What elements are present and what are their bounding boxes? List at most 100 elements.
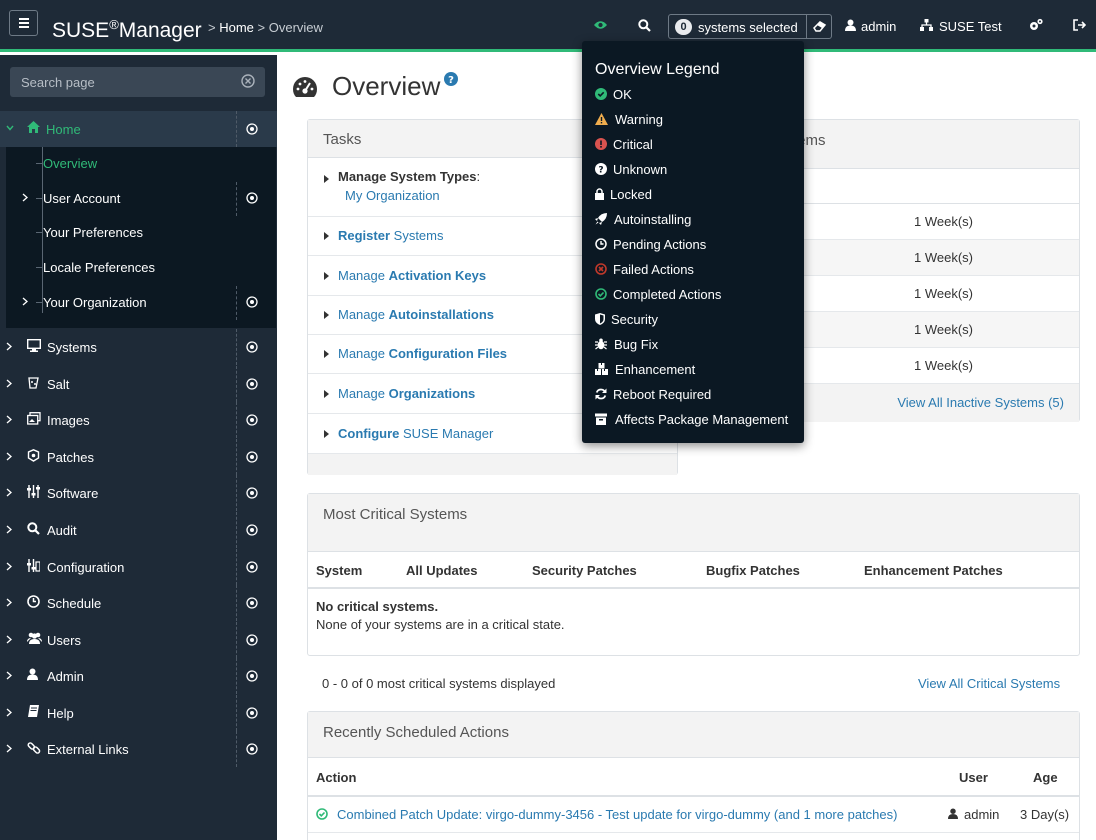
eye-icon[interactable] (594, 20, 607, 30)
configure-suse-manager-link[interactable]: Configure SUSE Manager (338, 426, 493, 441)
view-all-inactive-systems-link[interactable]: View All Inactive Systems (5) (897, 395, 1064, 410)
sign-out-icon[interactable] (1073, 19, 1086, 31)
chevron-right-icon[interactable] (6, 562, 12, 571)
sidebar-item-label: Salt (47, 377, 70, 392)
systems-selected-control[interactable]: 0 systems selected (668, 14, 832, 39)
sidebar-item-audit[interactable]: Audit (0, 512, 277, 548)
sidebar-item-locale-preferences[interactable]: Locale Preferences (6, 251, 276, 285)
organization-link[interactable]: SUSE Test (939, 19, 1002, 34)
menu-toggle-button[interactable] (9, 10, 38, 36)
favorite-circle-icon[interactable] (246, 670, 258, 682)
eraser-icon (813, 21, 827, 32)
column-header[interactable]: Bugfix Patches (706, 563, 800, 578)
column-header[interactable]: Action (316, 770, 356, 785)
search-page-input[interactable] (10, 67, 236, 97)
chevron-right-icon[interactable] (6, 744, 12, 753)
chevron-right-icon[interactable] (6, 525, 12, 534)
legend-title: Overview Legend (595, 61, 720, 78)
my-organization-link[interactable]: My Organization (345, 188, 440, 203)
sidebar-item-configuration[interactable]: Configuration (0, 549, 277, 585)
register-systems-link[interactable]: Register Systems (338, 228, 444, 243)
configuration-files-link[interactable]: Manage Configuration Files (338, 346, 507, 361)
favorite-circle-icon[interactable] (246, 123, 258, 135)
favorite-circle-icon[interactable] (246, 296, 258, 308)
chevron-right-icon[interactable] (6, 415, 12, 424)
chevron-right-icon[interactable] (6, 379, 12, 388)
autoinstallations-link[interactable]: Manage Autoinstallations (338, 307, 494, 322)
top-header: SUSE®Manager > Home > Overview 0 systems… (0, 0, 1096, 52)
sidebar-item-label: Locale Preferences (43, 260, 156, 275)
sidebar-item-label: External Links (47, 742, 129, 757)
sidebar-item-systems[interactable]: Systems (0, 329, 277, 365)
chevron-right-icon[interactable] (22, 297, 28, 306)
chevron-right-icon[interactable] (6, 671, 12, 680)
lock-icon (595, 188, 604, 200)
legend-item-warning: Warning (582, 107, 804, 132)
sidebar-item-software[interactable]: Software (0, 475, 277, 511)
patches-icon (27, 449, 40, 462)
sidebar-item-your-organization[interactable]: Your Organization (6, 286, 276, 320)
brand-logo[interactable]: SUSE®Manager (52, 12, 202, 44)
chevron-down-icon[interactable] (6, 124, 14, 132)
sidebar-item-home[interactable]: Home (0, 111, 277, 147)
activation-keys-link[interactable]: Manage Activation Keys (338, 268, 486, 283)
favorite-circle-icon[interactable] (246, 743, 258, 755)
scheduled-action-link[interactable]: Combined Patch Update: virgo-dummy-3456 … (337, 807, 897, 822)
sidebar-item-overview[interactable]: Overview (6, 147, 276, 181)
column-header[interactable]: Age (1033, 770, 1058, 785)
clear-search-icon[interactable] (241, 74, 255, 88)
sidebar-item-your-preferences[interactable]: Your Preferences (6, 216, 276, 250)
question-circle-icon: ? (595, 163, 607, 175)
column-header[interactable]: Enhancement Patches (864, 563, 1003, 578)
favorite-circle-icon[interactable] (246, 707, 258, 719)
column-header[interactable]: System (316, 563, 362, 578)
favorite-circle-icon[interactable] (246, 634, 258, 646)
sidebar-item-help[interactable]: Help (0, 695, 277, 731)
sidebar-item-user-account[interactable]: User Account (6, 182, 276, 216)
column-header[interactable]: Security Patches (532, 563, 637, 578)
breadcrumb-home-link[interactable]: Home (219, 20, 254, 35)
sidebar-item-schedule[interactable]: Schedule (0, 585, 277, 621)
column-header[interactable]: User (959, 770, 988, 785)
legend-item-pending-actions: Pending Actions (582, 232, 804, 257)
clear-selection-button[interactable] (806, 15, 832, 38)
favorite-circle-icon[interactable] (246, 597, 258, 609)
sidebar-item-label: Home (46, 122, 81, 137)
sidebar-item-users[interactable]: Users (0, 622, 277, 658)
user-link[interactable]: admin (861, 19, 896, 34)
view-all-critical-systems-link[interactable]: View All Critical Systems (918, 676, 1060, 691)
chevron-right-icon[interactable] (22, 193, 28, 202)
chevron-right-icon[interactable] (6, 452, 12, 461)
search-icon[interactable] (638, 19, 651, 32)
favorite-circle-icon[interactable] (246, 378, 258, 390)
user-icon (948, 808, 958, 819)
caret-right-icon (324, 429, 329, 438)
favorite-circle-icon[interactable] (246, 414, 258, 426)
sidebar-item-external-links[interactable]: External Links (0, 731, 277, 767)
chevron-right-icon[interactable] (6, 598, 12, 607)
favorite-circle-icon[interactable] (246, 524, 258, 536)
chevron-right-icon[interactable] (6, 342, 12, 351)
sidebar-item-salt[interactable]: Salt (0, 366, 277, 402)
favorite-circle-icon[interactable] (246, 561, 258, 573)
sidebar-item-images[interactable]: Images (0, 402, 277, 438)
sidebar-item-patches[interactable]: Patches (0, 439, 277, 475)
sidebar-item-label: Images (47, 413, 90, 428)
column-header[interactable]: All Updates (406, 563, 478, 578)
favorite-circle-icon[interactable] (246, 451, 258, 463)
chevron-right-icon[interactable] (6, 488, 12, 497)
desktop-icon (27, 339, 41, 352)
sidebar-item-admin[interactable]: Admin (0, 658, 277, 694)
favorite-circle-icon[interactable] (246, 341, 258, 353)
favorite-circle-icon[interactable] (246, 487, 258, 499)
gears-icon[interactable] (1029, 18, 1043, 32)
legend-item-failed-actions: Failed Actions (582, 257, 804, 282)
help-icon[interactable]: ? (444, 72, 458, 86)
favorite-circle-icon[interactable] (246, 192, 258, 204)
dashboard-icon (292, 76, 318, 98)
chevron-right-icon[interactable] (6, 708, 12, 717)
systems-selected-count: 0 (675, 19, 692, 35)
clock-icon (595, 238, 607, 250)
organizations-link[interactable]: Manage Organizations (338, 386, 475, 401)
chevron-right-icon[interactable] (6, 635, 12, 644)
